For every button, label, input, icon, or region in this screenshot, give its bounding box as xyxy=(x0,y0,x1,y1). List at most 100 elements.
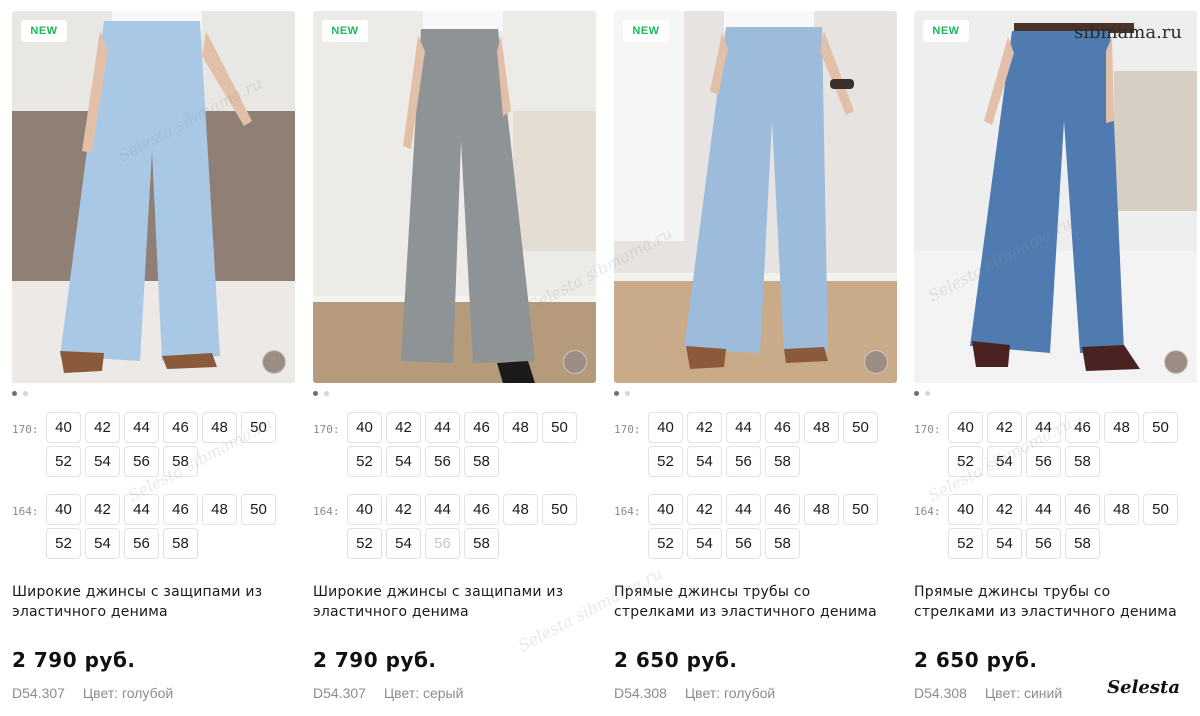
pager-dot-active[interactable] xyxy=(914,391,919,396)
size-option[interactable]: 52 xyxy=(948,528,983,559)
color-swatch[interactable] xyxy=(1164,350,1188,374)
size-option[interactable]: 58 xyxy=(464,446,499,477)
size-option[interactable]: 44 xyxy=(726,494,761,525)
size-option[interactable]: 46 xyxy=(765,412,800,443)
size-option[interactable]: 46 xyxy=(464,412,499,443)
pager-dot[interactable] xyxy=(925,391,930,396)
size-option[interactable]: 48 xyxy=(503,412,538,443)
size-option[interactable]: 42 xyxy=(687,412,722,443)
size-option[interactable]: 40 xyxy=(347,494,382,525)
size-option[interactable]: 54 xyxy=(687,446,722,477)
size-option[interactable]: 56 xyxy=(124,528,159,559)
pager-dot[interactable] xyxy=(23,391,28,396)
size-option[interactable]: 50 xyxy=(1143,412,1178,443)
size-option[interactable]: 44 xyxy=(726,412,761,443)
size-option[interactable]: 54 xyxy=(386,528,421,559)
size-option[interactable]: 50 xyxy=(542,412,577,443)
size-option[interactable]: 56 xyxy=(1026,446,1061,477)
size-option[interactable]: 46 xyxy=(765,494,800,525)
size-option[interactable]: 52 xyxy=(347,446,382,477)
product-photo[interactable]: NEW xyxy=(614,11,897,383)
product-card[interactable]: NEW 170: 40 42 44 46 48 50 52 54 56 58 164: 40 42 4… xyxy=(614,0,897,716)
size-option[interactable]: 44 xyxy=(124,494,159,525)
size-option[interactable]: 48 xyxy=(1104,494,1139,525)
size-option[interactable]: 44 xyxy=(1026,494,1061,525)
size-option[interactable]: 44 xyxy=(1026,412,1061,443)
product-card[interactable]: NEW 170: 40 42 44 46 48 50 52 54 56 58 164: 40 42 4… xyxy=(914,0,1197,716)
size-option[interactable]: 48 xyxy=(804,494,839,525)
size-option[interactable]: 58 xyxy=(765,446,800,477)
size-option[interactable]: 40 xyxy=(648,412,683,443)
product-card[interactable]: NEW 170: 40 42 44 46 48 50 52 54 56 58 164: 40 42 4… xyxy=(12,0,295,716)
size-option[interactable]: 46 xyxy=(163,412,198,443)
size-option[interactable]: 52 xyxy=(46,446,81,477)
size-option[interactable]: 40 xyxy=(948,412,983,443)
product-title[interactable]: Широкие джинсы с защипами из эластичного… xyxy=(313,582,596,622)
color-swatch[interactable] xyxy=(262,350,286,374)
size-option[interactable]: 52 xyxy=(347,528,382,559)
color-swatch[interactable] xyxy=(563,350,587,374)
size-option[interactable]: 42 xyxy=(85,412,120,443)
size-option[interactable]: 48 xyxy=(202,412,237,443)
pager-dot[interactable] xyxy=(625,391,630,396)
size-option[interactable]: 50 xyxy=(241,412,276,443)
size-option[interactable]: 40 xyxy=(347,412,382,443)
size-option[interactable]: 48 xyxy=(804,412,839,443)
pager-dot-active[interactable] xyxy=(12,391,17,396)
size-option[interactable]: 50 xyxy=(843,412,878,443)
size-option[interactable]: 52 xyxy=(948,446,983,477)
size-option[interactable]: 52 xyxy=(648,446,683,477)
size-option[interactable]: 52 xyxy=(648,528,683,559)
size-option[interactable]: 54 xyxy=(85,446,120,477)
size-option[interactable]: 42 xyxy=(987,494,1022,525)
size-option[interactable]: 42 xyxy=(386,494,421,525)
size-option-unavailable[interactable]: 56 xyxy=(425,528,460,559)
size-option[interactable]: 40 xyxy=(46,412,81,443)
size-option[interactable]: 42 xyxy=(386,412,421,443)
size-option[interactable]: 44 xyxy=(425,494,460,525)
size-option[interactable]: 50 xyxy=(1143,494,1178,525)
size-option[interactable]: 58 xyxy=(163,446,198,477)
size-option[interactable]: 50 xyxy=(843,494,878,525)
size-option[interactable]: 46 xyxy=(1065,494,1100,525)
size-option[interactable]: 44 xyxy=(124,412,159,443)
size-option[interactable]: 42 xyxy=(85,494,120,525)
size-option[interactable]: 56 xyxy=(1026,528,1061,559)
size-option[interactable]: 54 xyxy=(987,528,1022,559)
size-option[interactable]: 58 xyxy=(765,528,800,559)
product-title[interactable]: Прямые джинсы трубы со стрелками из элас… xyxy=(614,582,897,622)
product-photo[interactable]: NEW xyxy=(12,11,295,383)
size-option[interactable]: 42 xyxy=(987,412,1022,443)
product-title[interactable]: Широкие джинсы с защипами из эластичного… xyxy=(12,582,295,622)
color-swatch[interactable] xyxy=(864,350,888,374)
size-option[interactable]: 42 xyxy=(687,494,722,525)
size-option[interactable]: 50 xyxy=(542,494,577,525)
size-option[interactable]: 56 xyxy=(726,446,761,477)
size-option[interactable]: 56 xyxy=(726,528,761,559)
size-option[interactable]: 48 xyxy=(202,494,237,525)
size-option[interactable]: 56 xyxy=(425,446,460,477)
pager-dot-active[interactable] xyxy=(614,391,619,396)
size-option[interactable]: 40 xyxy=(948,494,983,525)
pager-dot[interactable] xyxy=(324,391,329,396)
size-option[interactable]: 50 xyxy=(241,494,276,525)
size-option[interactable]: 44 xyxy=(425,412,460,443)
size-option[interactable]: 54 xyxy=(687,528,722,559)
size-option[interactable]: 52 xyxy=(46,528,81,559)
product-title[interactable]: Прямые джинсы трубы со стрелками из элас… xyxy=(914,582,1197,622)
size-option[interactable]: 54 xyxy=(987,446,1022,477)
size-option[interactable]: 56 xyxy=(124,446,159,477)
size-option[interactable]: 40 xyxy=(648,494,683,525)
pager-dot-active[interactable] xyxy=(313,391,318,396)
size-option[interactable]: 58 xyxy=(1065,446,1100,477)
size-option[interactable]: 48 xyxy=(503,494,538,525)
size-option[interactable]: 46 xyxy=(1065,412,1100,443)
size-option[interactable]: 46 xyxy=(163,494,198,525)
size-option[interactable]: 54 xyxy=(85,528,120,559)
product-photo[interactable]: NEW xyxy=(313,11,596,383)
size-option[interactable]: 46 xyxy=(464,494,499,525)
size-option[interactable]: 48 xyxy=(1104,412,1139,443)
size-option[interactable]: 58 xyxy=(163,528,198,559)
size-option[interactable]: 54 xyxy=(386,446,421,477)
product-card[interactable]: NEW 170: 40 42 44 46 48 50 52 54 56 58 164: 40 42 4… xyxy=(313,0,596,716)
